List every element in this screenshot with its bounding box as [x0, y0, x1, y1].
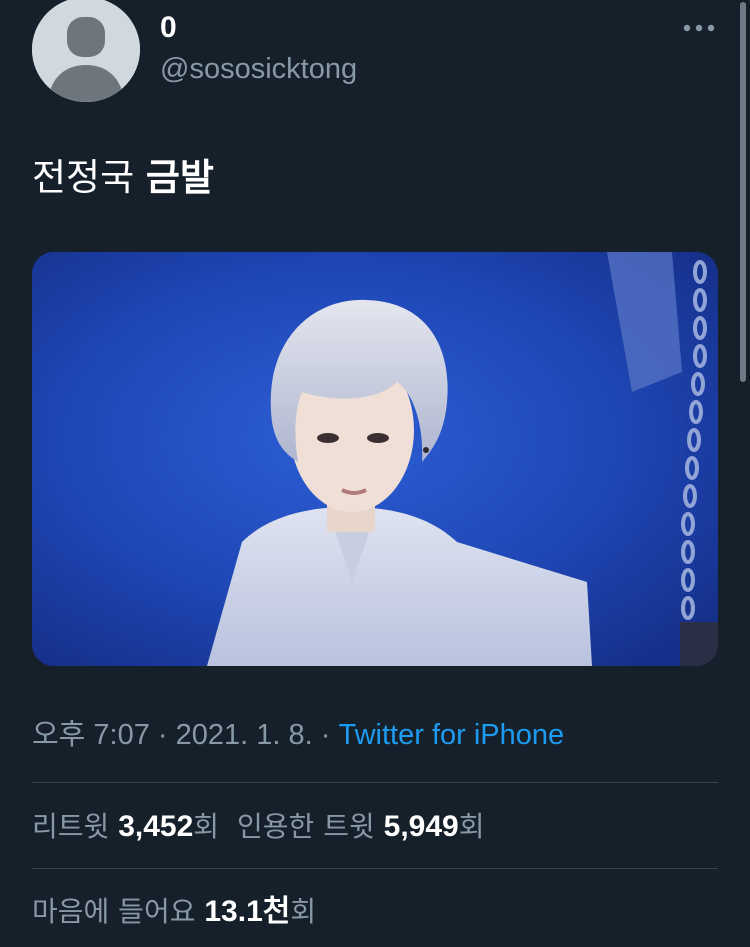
likes-count: 13.1천: [204, 895, 291, 928]
meta-separator: ·: [312, 719, 339, 751]
tweet-source-link[interactable]: Twitter for iPhone: [339, 719, 565, 751]
author-handle[interactable]: @sososicktong: [160, 52, 357, 86]
default-avatar-icon[interactable]: [32, 0, 140, 102]
retweets-label-prefix: 리트윗: [32, 810, 119, 843]
retweets-count: 3,452: [118, 810, 194, 843]
tweet-meta: 오후 7:07 · 2021. 1. 8. · Twitter for iPho…: [32, 715, 564, 755]
retweet-quote-stats: 리트윗 3,452회 인용한 트윗 5,949회: [32, 808, 484, 846]
meta-separator: ·: [149, 719, 176, 751]
likes-stat[interactable]: 마음에 들어요 13.1천회: [32, 895, 316, 928]
quotes-stat[interactable]: 인용한 트윗 5,949회: [237, 810, 484, 843]
likes-label-prefix: 마음에 들어요: [32, 895, 205, 928]
retweets-stat[interactable]: 리트윗 3,452회: [32, 810, 219, 843]
tweet-text-regular: 전정국: [32, 156, 146, 199]
divider: [32, 782, 718, 783]
more-options-icon[interactable]: [681, 18, 717, 38]
likes-label-suffix: 회: [290, 895, 317, 928]
likes-stats: 마음에 들어요 13.1천회: [32, 893, 316, 931]
author-display-name[interactable]: 0: [160, 10, 177, 46]
tweet-detail-page: 0 @sososicktong 전정국 금발 오후 7:07 · 2021. 1…: [0, 0, 750, 947]
tweet-media-photo[interactable]: [32, 252, 718, 666]
divider: [32, 868, 718, 869]
quotes-label-prefix: 인용한 트윗: [237, 810, 384, 843]
tweet-date[interactable]: 2021. 1. 8.: [176, 719, 313, 751]
retweets-label-suffix: 회: [193, 810, 220, 843]
tweet-text-bold: 금발: [145, 156, 214, 199]
quotes-label-suffix: 회: [458, 810, 485, 843]
scrollbar[interactable]: [740, 2, 746, 382]
quotes-count: 5,949: [383, 810, 459, 843]
tweet-text: 전정국 금발: [32, 156, 214, 200]
tweet-time[interactable]: 오후 7:07: [32, 719, 150, 751]
